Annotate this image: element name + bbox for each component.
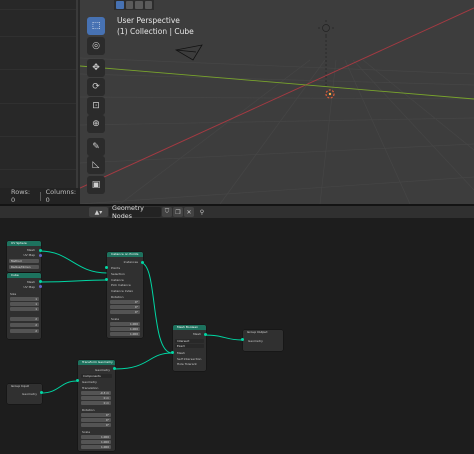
socket-label: Translation	[82, 386, 99, 390]
vertices-z-field[interactable]: 2	[10, 329, 39, 333]
size-y-field[interactable]: 1	[10, 302, 39, 306]
mode-dropdown[interactable]: Components	[81, 374, 112, 378]
scale-z-field[interactable]: 1.000	[81, 445, 111, 449]
socket-label: UV Map	[23, 285, 35, 289]
socket-label: Scale	[82, 430, 91, 434]
rotation-y-field[interactable]: 0°	[110, 305, 140, 309]
size-label: Size	[10, 292, 17, 296]
scale-z-field[interactable]: 1.000	[110, 332, 140, 336]
node-uv-sphere[interactable]: UV Sphere Mesh UV Map Method Radius/Dime…	[7, 241, 41, 272]
translation-x-field[interactable]: -0.3 m	[81, 391, 111, 395]
socket-label: UV Map	[23, 253, 35, 257]
socket-label: Instances	[123, 260, 138, 264]
translation-y-field[interactable]: 0 m	[81, 396, 111, 400]
socket-label: Instance Index	[111, 289, 133, 293]
socket-label: Rotation	[111, 295, 124, 299]
socket-label: Geometry	[82, 380, 97, 384]
size-x-field[interactable]: 1	[10, 297, 39, 301]
node-instance-on-points[interactable]: Instance on Points Instances Points Sele…	[107, 252, 143, 338]
node-cube[interactable]: Cube Mesh UV Map Size 1 1 1 2 2 2	[7, 273, 41, 339]
translation-z-field[interactable]: 0 m	[81, 401, 111, 405]
method-field[interactable]: Method	[9, 259, 39, 263]
rotation-x-field[interactable]: 0°	[110, 300, 140, 304]
socket-label: Mesh	[27, 248, 35, 252]
scale-x-field[interactable]: 1.000	[110, 322, 140, 326]
radius-field[interactable]: Radius/Dimen	[9, 265, 39, 269]
scale-x-field[interactable]: 1.000	[81, 435, 111, 439]
node-header: Instance on Points	[107, 252, 143, 257]
node-header: UV Sphere	[7, 241, 41, 246]
node-group-output[interactable]: Group Output Geometry	[243, 330, 283, 351]
rotation-x-field[interactable]: 0°	[81, 413, 111, 417]
socket-label: Geometry	[22, 392, 37, 396]
pick-instance-checkbox[interactable]: Pick Instance	[111, 283, 131, 287]
node-header: Group Output	[243, 330, 283, 335]
socket-label: Mesh	[177, 351, 185, 355]
blender-window: Rows: 0 Columns: 0 User Perspective (1) …	[0, 0, 474, 454]
socket-label: Scale	[111, 317, 120, 321]
node-transform-geometry[interactable]: Transform Geometry Geometry Components G…	[78, 360, 115, 451]
vertices-x-field[interactable]: 2	[10, 317, 39, 321]
size-z-field[interactable]: 1	[10, 307, 39, 311]
socket-label: Selection	[111, 272, 125, 276]
rotation-z-field[interactable]: 0°	[81, 423, 111, 427]
socket-label: Geometry	[95, 368, 110, 372]
socket-label: Mesh	[193, 332, 201, 336]
socket-label: Points	[111, 266, 121, 270]
node-header: Group Input	[7, 384, 42, 389]
vertices-y-field[interactable]: 2	[10, 323, 39, 327]
node-group-input[interactable]: Group Input Geometry	[7, 384, 42, 404]
socket-label: Rotation	[82, 408, 95, 412]
scale-y-field[interactable]: 1.000	[81, 440, 111, 444]
socket-label: Geometry	[248, 339, 263, 343]
mode-dropdown[interactable]: Intersect	[175, 339, 204, 343]
socket-label: Instance	[111, 278, 124, 282]
rotation-y-field[interactable]: 0°	[81, 418, 111, 422]
solver-dropdown[interactable]: Exact	[175, 344, 204, 348]
rotation-z-field[interactable]: 0°	[110, 310, 140, 314]
node-mesh-boolean[interactable]: Mesh Boolean Mesh Intersect Exact Mesh S…	[173, 325, 206, 371]
node-header: Cube	[7, 273, 41, 278]
scale-y-field[interactable]: 1.000	[110, 327, 140, 331]
self-intersection-checkbox[interactable]: Self Intersection	[177, 357, 201, 361]
hole-tolerant-checkbox[interactable]: Hole Tolerant	[177, 362, 197, 366]
node-header: Mesh Boolean	[173, 325, 206, 330]
node-header: Transform Geometry	[78, 360, 115, 365]
node-links	[39, 250, 243, 394]
socket-label: Mesh	[27, 280, 35, 284]
